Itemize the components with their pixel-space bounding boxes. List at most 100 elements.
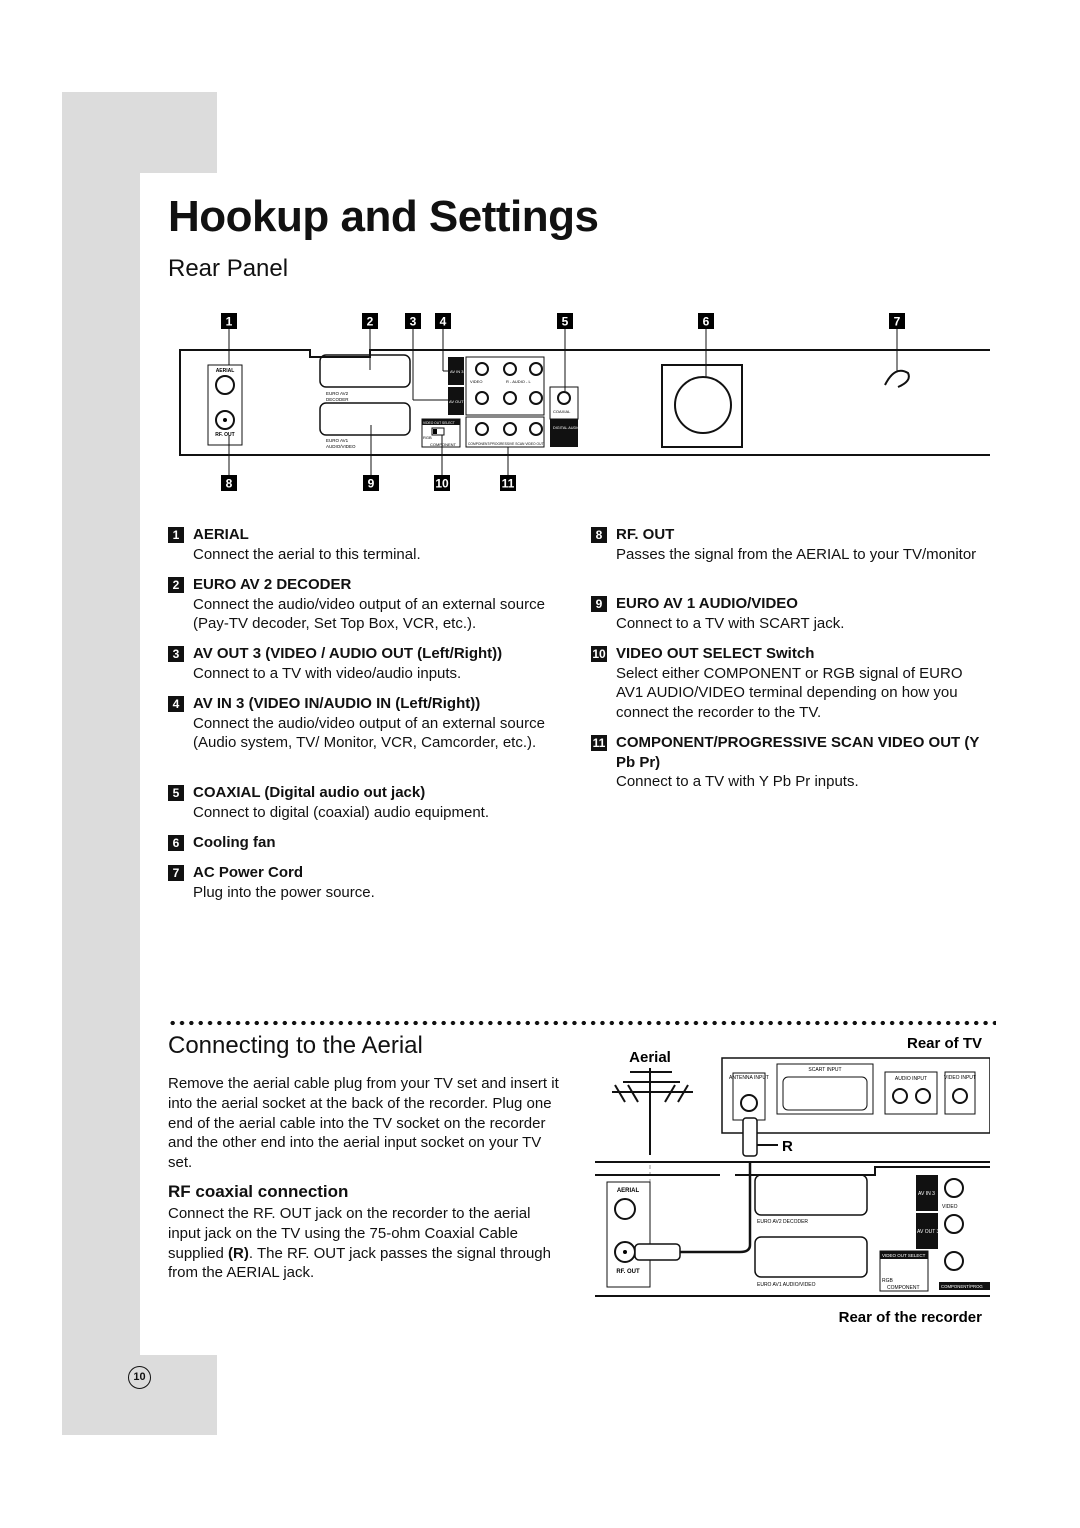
label-video-out-select: VIDEO OUT SELECT	[423, 421, 455, 425]
item-title: 7 AC Power Cord	[168, 863, 568, 883]
page-title: Hookup and Settings	[168, 192, 599, 241]
item-badge: 7	[168, 865, 184, 881]
section-divider	[168, 1020, 996, 1026]
rca-jack	[503, 422, 517, 436]
panel-item: 4 AV IN 3 (VIDEO IN/AUDIO IN (Left/Right)…	[168, 694, 568, 753]
panel-item: 9 EURO AV 1 AUDIO/VIDEO Connect to a TV wi…	[591, 594, 991, 633]
label-euro-av2: EURO AV2	[326, 391, 349, 396]
item-desc: Select either COMPONENT or RGB signal of…	[616, 664, 963, 722]
panel-item: 8 RF. OUT Passes the signal from the AERIA…	[591, 525, 991, 564]
item-title: 2 EURO AV 2 DECODER	[168, 575, 568, 595]
label-rgb: RGB	[882, 1278, 894, 1284]
label-component: COMPONENT	[887, 1285, 920, 1291]
label-av-in3: AV IN 3	[918, 1191, 935, 1197]
label-rf-out-jack: RF. OUT	[616, 1269, 640, 1275]
item-title-text: AV IN 3 (VIDEO IN/AUDIO IN (Left/Right))	[193, 695, 481, 712]
rf-coaxial-body: Connect the RF. OUT jack on the recorder…	[168, 1204, 563, 1283]
item-title-text: COMPONENT/PROGRESSIVE SCAN VIDEO OUT (Y …	[616, 734, 980, 771]
callout-number: 6	[703, 315, 710, 329]
aerial-intro: Remove the aerial cable plug from your T…	[168, 1075, 559, 1172]
panel-item: 2 EURO AV 2 DECODER Connect the audio/vide…	[168, 575, 568, 634]
panel-item: 1 AERIAL Connect the aerial to this termin…	[168, 525, 568, 564]
rca-jack	[529, 362, 543, 376]
label-component-scan: COMPONENT/PROGRESSIVE SCAN VIDEO OUT	[468, 442, 543, 446]
panel-item: 3 AV OUT 3 (VIDEO / AUDIO OUT (Left/Right…	[168, 644, 568, 683]
label-video-input: VIDEO INPUT	[944, 1075, 976, 1081]
item-title-text: EURO AV 2 DECODER	[193, 576, 352, 593]
item-badge: 2	[168, 577, 184, 593]
item-title: 5 COAXIAL (Digital audio out jack)	[168, 783, 568, 803]
callout-number: 10	[435, 477, 449, 491]
label-av-out3: AV OUT 3	[449, 399, 468, 404]
callout-number: 7	[894, 315, 901, 329]
item-title: 3 AV OUT 3 (VIDEO / AUDIO OUT (Left/Right…	[168, 644, 568, 664]
item-title-text: Cooling fan	[193, 834, 276, 851]
rca-jack	[529, 391, 543, 405]
label-euro-av1: EURO AV1	[326, 438, 349, 443]
label-aerial-jack: AERIAL	[617, 1188, 640, 1194]
cable-ref: (R)	[228, 1244, 249, 1262]
panel-item: 11 COMPONENT/PROGRESSIVE SCAN VIDEO OUT (…	[591, 733, 991, 792]
section-heading-aerial: Connecting to the Aerial	[168, 1032, 423, 1059]
item-badge: 11	[591, 735, 607, 751]
item-badge: 3	[168, 646, 184, 662]
item-badge: 10	[591, 646, 607, 662]
label-video-out-select: VIDEO OUT SELECT	[882, 1253, 926, 1258]
label-scart-input: SCART INPUT	[808, 1067, 841, 1073]
label-rf-out: RF. OUT	[215, 432, 234, 438]
item-desc: Connect to a TV with video/audio inputs.	[193, 664, 462, 682]
item-title-text: VIDEO OUT SELECT Switch	[616, 645, 815, 662]
item-title: 4 AV IN 3 (VIDEO IN/AUDIO IN (Left/Right)…	[168, 694, 568, 714]
rear-panel-diagram: 1 2 3 4 5 6 7 8 9 10 11 AERIAL RF. OUT EURO AV2 DE…	[179, 313, 990, 491]
item-title: 1 AERIAL	[168, 525, 568, 545]
item-badge: 1	[168, 527, 184, 543]
panel-item: 6 Cooling fan	[168, 833, 568, 853]
item-title-text: RF. OUT	[616, 526, 675, 543]
label-audio-input: AUDIO INPUT	[895, 1076, 927, 1082]
label-audio-lr: R - AUDIO - L	[506, 379, 531, 384]
item-desc: Connect to digital (coaxial) audio equip…	[193, 803, 490, 821]
panel-item: 10 VIDEO OUT SELECT Switch Select either C…	[591, 644, 991, 723]
item-desc: Connect the audio/video output of an ext…	[193, 595, 545, 633]
item-title: 8 RF. OUT	[591, 525, 991, 545]
page-number: 10	[128, 1366, 151, 1389]
item-title: 11 COMPONENT/PROGRESSIVE SCAN VIDEO OUT (…	[591, 733, 991, 772]
panel-item: 7 AC Power Cord Plug into the power source…	[168, 863, 568, 902]
callout-number: 11	[502, 477, 515, 491]
callout-number: 5	[562, 315, 569, 329]
callout-number: 9	[368, 477, 375, 491]
label-decoder: DECODER	[326, 397, 349, 402]
item-title-text: AERIAL	[193, 526, 249, 543]
rca-jack	[503, 391, 517, 405]
item-title-text: COAXIAL (Digital audio out jack)	[193, 784, 426, 801]
item-desc: Connect to a TV with Y Pb Pr inputs.	[616, 773, 859, 791]
item-desc: Connect to a TV with SCART jack.	[616, 614, 845, 632]
item-title-text: AV OUT 3 (VIDEO / AUDIO OUT (Left/Right)…	[193, 645, 503, 662]
label-av-in3: AV IN 3	[450, 369, 464, 374]
item-badge: 5	[168, 785, 184, 801]
item-desc: Connect the audio/video output of an ext…	[193, 714, 545, 752]
item-badge: 9	[591, 596, 607, 612]
item-title: 6 Cooling fan	[168, 833, 568, 853]
label-rgb: RGB	[423, 435, 432, 440]
callout-number: 4	[440, 315, 447, 329]
callout-number: 1	[226, 315, 233, 329]
rca-jack	[529, 422, 543, 436]
label-antenna-input: ANTENNA INPUT	[729, 1075, 769, 1081]
item-badge: 8	[591, 527, 607, 543]
label-euro-av1: EURO AV1 AUDIO/VIDEO	[757, 1282, 816, 1288]
item-title-text: AC Power Cord	[193, 864, 304, 881]
label-rear-tv: Rear of TV	[907, 1035, 982, 1052]
label-component-prog: COMPONENT/PROG	[941, 1284, 983, 1289]
item-desc: Connect the aerial to this terminal.	[193, 545, 421, 563]
callout-number: 8	[226, 477, 233, 491]
item-title-text: EURO AV 1 AUDIO/VIDEO	[616, 595, 798, 612]
rca-jack	[475, 362, 489, 376]
item-title: 9 EURO AV 1 AUDIO/VIDEO	[591, 594, 991, 614]
label-r: R	[782, 1138, 793, 1155]
label-coaxial: COAXIAL	[553, 409, 571, 414]
item-desc: Passes the signal from the AERIAL to you…	[616, 545, 977, 563]
section-heading-rear-panel: Rear Panel	[168, 255, 289, 282]
label-digital-audio-out: DIGITAL AUDIO OUT	[553, 426, 590, 430]
label-component: COMPONENT	[430, 442, 457, 447]
